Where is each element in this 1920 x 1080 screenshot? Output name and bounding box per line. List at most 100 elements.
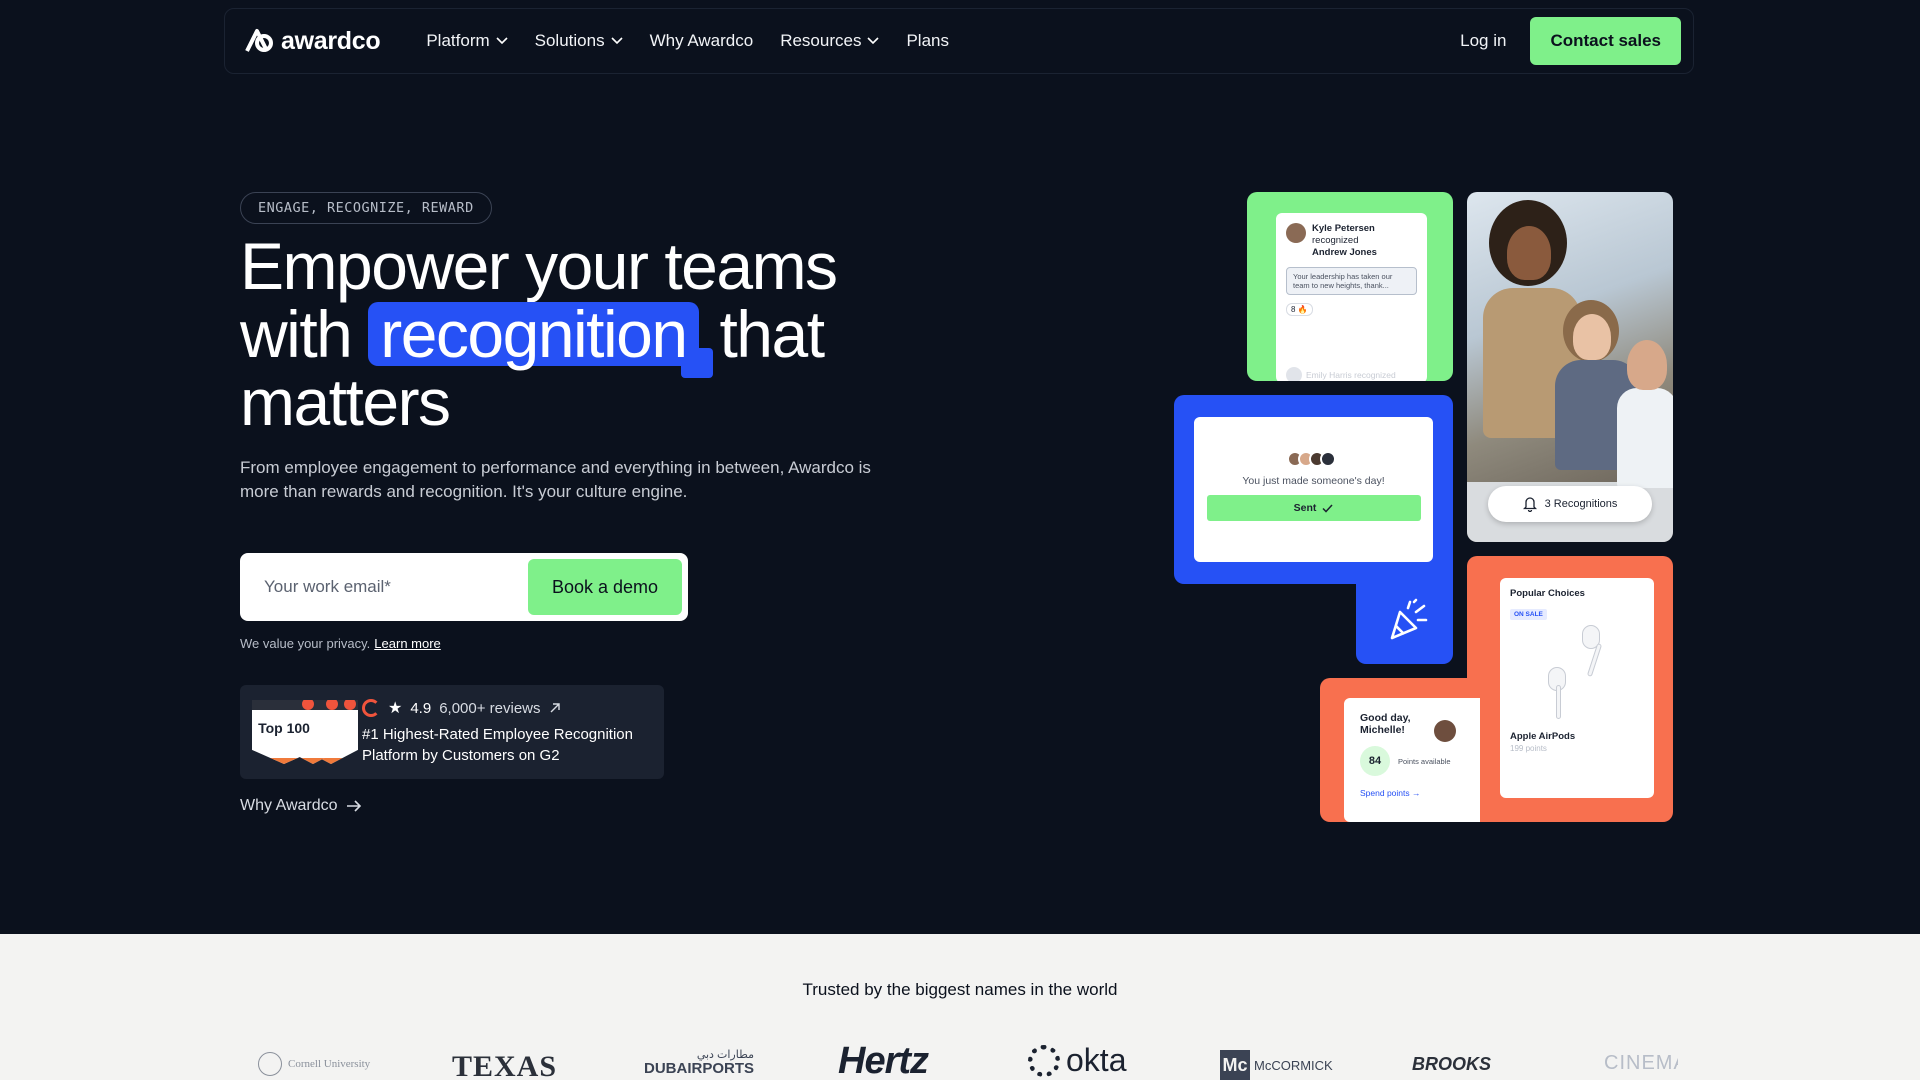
login-link[interactable]: Log in xyxy=(1460,31,1506,51)
points-label: Points available xyxy=(1398,756,1451,766)
feed-next-text: Emily Harris recognized xyxy=(1306,370,1396,380)
celebration-tile xyxy=(1356,582,1453,664)
g2-rating-row: ★ 4.9 6,000+ reviews xyxy=(362,698,652,718)
external-arrow-icon xyxy=(550,703,560,713)
popular-choices-card: Popular Choices ON SALE Apple AirPods 19… xyxy=(1500,578,1654,798)
texas-logo: TEXAS xyxy=(452,1050,558,1080)
photo-person xyxy=(1507,226,1551,280)
why-awardco-label: Why Awardco xyxy=(240,797,338,814)
nav-solutions[interactable]: Solutions xyxy=(535,31,623,51)
party-popper-icon xyxy=(1390,598,1428,640)
sent-message: You just made someone's day! xyxy=(1242,475,1385,487)
awardco-logo[interactable]: awardco xyxy=(243,26,381,56)
cornell-logo: Cornell University xyxy=(258,1052,370,1076)
g2-rating-card[interactable]: Top 100 ★ 4.9 6,000+ reviews #1 Highest-… xyxy=(240,685,664,779)
top-navigation: awardco Platform Solutions Why Awardco R… xyxy=(224,8,1694,74)
nav-plans[interactable]: Plans xyxy=(906,31,949,51)
hertz-logo: Hertz xyxy=(838,1040,929,1080)
points-value: 84 xyxy=(1360,746,1390,776)
g2-description: #1 Highest-Rated Employee Recognition Pl… xyxy=(362,726,633,764)
g2-badges: Top 100 xyxy=(252,696,358,768)
hero-subtext: From employee engagement to performance … xyxy=(240,458,871,501)
book-demo-button[interactable]: Book a demo xyxy=(528,559,682,615)
dubai-airports-text: DUBAIRPORTS xyxy=(644,1060,755,1077)
nav-platform[interactable]: Platform xyxy=(426,31,508,51)
headline-highlight-text: recognition xyxy=(380,297,688,371)
nav-solutions-label: Solutions xyxy=(534,31,605,50)
hero-tagline: ENGAGE, RECOGNIZE, REWARD xyxy=(240,192,492,224)
logo-text: awardco xyxy=(281,26,381,55)
photo-person xyxy=(1573,314,1611,360)
why-awardco-link[interactable]: Why Awardco xyxy=(240,797,362,815)
avatar-stack xyxy=(1286,451,1336,467)
g2-icon xyxy=(344,700,356,710)
points-tile: Good day, Michelle! 84 Points available … xyxy=(1320,678,1480,822)
nav-plans-label: Plans xyxy=(906,31,949,50)
check-icon xyxy=(1322,503,1333,513)
okta-sunburst-icon xyxy=(1028,1044,1060,1077)
feed-target: Andrew Jones xyxy=(1312,247,1377,258)
chevron-down-icon xyxy=(611,37,623,45)
sent-tile: You just made someone's day! Sent xyxy=(1174,395,1453,584)
spend-points-link: Spend points → xyxy=(1360,788,1421,798)
privacy-text: We value your privacy. xyxy=(240,636,371,651)
mccormick-text: McCORMICK xyxy=(1254,1057,1333,1073)
g2-icon xyxy=(326,700,338,710)
product-name: Apple AirPods xyxy=(1510,731,1576,742)
dubai-airports-logo: مطارات دبي DUBAIRPORTS xyxy=(644,1048,754,1076)
work-email-input[interactable] xyxy=(246,559,528,615)
g2-rating: 4.9 xyxy=(410,699,432,717)
nav-resources[interactable]: Resources xyxy=(780,31,880,51)
g2-info: ★ 4.9 6,000+ reviews #1 Highest-Rated Em… xyxy=(362,698,652,766)
headline-highlight: recognition xyxy=(368,301,714,378)
sent-button: Sent xyxy=(1206,495,1421,521)
g2-badge-text: Top 100 xyxy=(258,720,310,736)
okta-logo: okta xyxy=(1028,1042,1126,1079)
hero-headline: Empower your teams with recognition that… xyxy=(240,232,940,436)
recognition-feed-tile: Kyle Petersen recognized Andrew Jones Yo… xyxy=(1247,192,1453,381)
trusted-title: Trusted by the biggest names in the worl… xyxy=(802,980,1118,999)
rewards-tile: Popular Choices ON SALE Apple AirPods 19… xyxy=(1467,556,1673,822)
bell-icon xyxy=(1522,497,1537,512)
sent-label: Sent xyxy=(1293,502,1317,514)
popular-choices-title: Popular Choices xyxy=(1510,588,1585,599)
nav-why-awardco[interactable]: Why Awardco xyxy=(650,31,754,51)
airpod-icon xyxy=(1556,685,1561,719)
g2-icon xyxy=(302,700,314,710)
feed-action: recognized xyxy=(1312,235,1359,246)
greeting: Good day, Michelle! xyxy=(1360,712,1411,736)
arrow-right-icon xyxy=(346,800,361,812)
recognition-feed-card: Kyle Petersen recognized Andrew Jones Yo… xyxy=(1276,213,1427,381)
avatar xyxy=(1286,367,1302,381)
chevron-down-icon xyxy=(867,37,880,45)
g2-reviews: 6,000+ reviews xyxy=(439,699,541,717)
mccormick-mark: Mc xyxy=(1220,1050,1250,1080)
brooks-logo: BROOKS xyxy=(1412,1054,1492,1074)
recognitions-pill: 3 Recognitions xyxy=(1488,486,1652,522)
nav-resources-label: Resources xyxy=(780,31,862,50)
cinema-logo: CINEMA xyxy=(1604,1052,1678,1074)
photo-person xyxy=(1617,388,1673,488)
awardco-logo-icon xyxy=(245,29,273,52)
avatar xyxy=(1434,720,1456,742)
privacy-note: We value your privacy. Learn more xyxy=(240,636,441,651)
photo-person xyxy=(1627,340,1667,390)
team-photo-tile: 3 Recognitions xyxy=(1467,192,1673,542)
nav-why-awardco-label: Why Awardco xyxy=(649,31,754,50)
sent-card: You just made someone's day! Sent xyxy=(1194,417,1433,562)
on-sale-badge: ON SALE xyxy=(1510,609,1547,620)
airpods-image xyxy=(1510,621,1644,731)
feed-quote: Your leadership has taken our team to ne… xyxy=(1286,267,1417,295)
feed-headline: Kyle Petersen recognized Andrew Jones xyxy=(1312,223,1417,259)
okta-text: okta xyxy=(1066,1042,1127,1078)
recognitions-count: 3 Recognitions xyxy=(1544,498,1618,510)
nav-platform-label: Platform xyxy=(426,31,490,50)
cornell-text: Cornell University xyxy=(288,1058,371,1070)
avatar xyxy=(1286,223,1306,243)
contact-sales-button[interactable]: Contact sales xyxy=(1530,17,1681,65)
chevron-down-icon xyxy=(496,37,508,45)
privacy-learn-more-link[interactable]: Learn more xyxy=(374,636,440,651)
feed-reaction: 8 🔥 xyxy=(1286,303,1313,316)
avatar xyxy=(1319,451,1336,467)
main-menu: Platform Solutions Why Awardco Resources… xyxy=(426,31,949,51)
